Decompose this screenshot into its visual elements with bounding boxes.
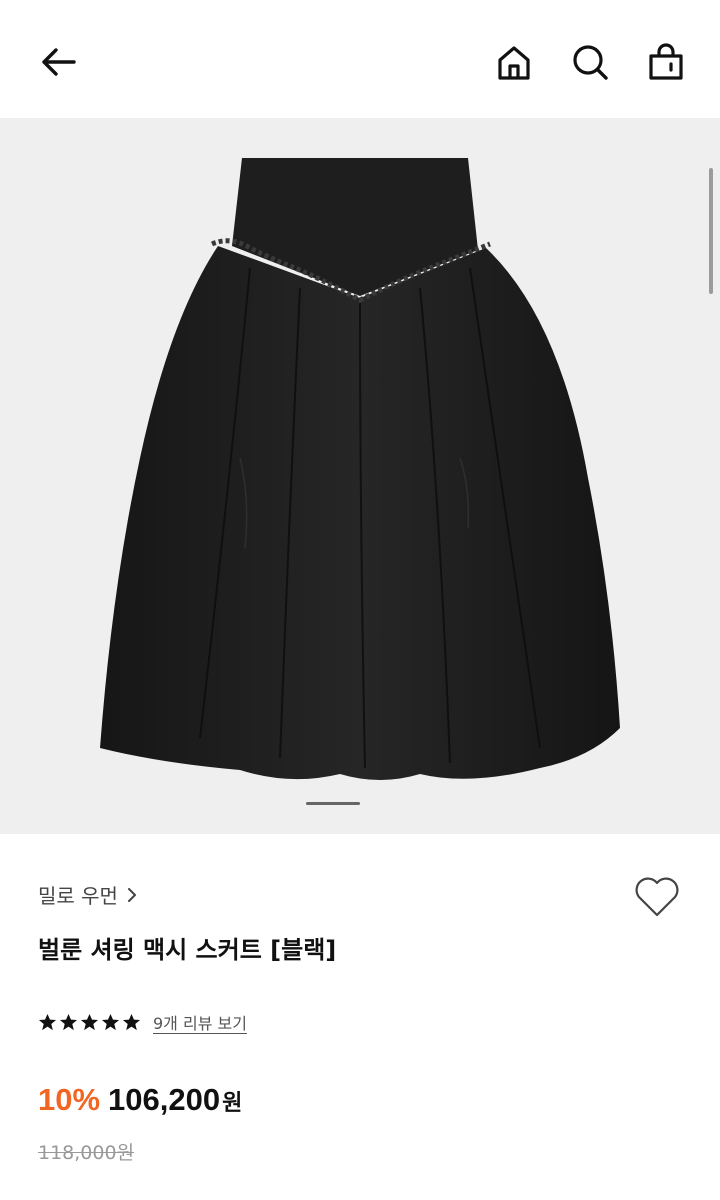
scrollbar[interactable] (709, 168, 713, 294)
star-icon (122, 1013, 141, 1030)
discount-rate: 10% (38, 1082, 101, 1117)
cart-button[interactable] (642, 38, 690, 86)
star-icon (80, 1013, 99, 1030)
arrow-left-icon (42, 48, 76, 76)
chevron-right-icon (127, 887, 136, 902)
home-button[interactable] (490, 38, 538, 86)
search-icon (573, 45, 608, 80)
product-image-carousel[interactable] (0, 118, 720, 834)
price-row: 10% 106,200 원 (38, 1082, 242, 1118)
back-button[interactable] (34, 38, 82, 86)
star-icon (59, 1013, 78, 1030)
star-icon (38, 1013, 57, 1030)
currency-label: 원 (222, 1091, 243, 1116)
shopping-bag-icon (649, 43, 683, 80)
review-link[interactable]: 9개 리뷰 보기 (153, 1010, 247, 1034)
carousel-indicator[interactable] (306, 802, 360, 805)
heart-icon[interactable] (630, 870, 684, 924)
brand-name: 밀로 우먼 (38, 884, 118, 908)
star-rating (38, 1013, 141, 1032)
rating-row: 9개 리뷰 보기 (38, 1010, 247, 1034)
search-button[interactable] (566, 38, 614, 86)
product-title: 벌룬 셔링 맥시 스커트 [블랙] (38, 936, 337, 964)
top-app-bar (0, 0, 720, 118)
home-icon (498, 46, 530, 80)
star-icon (101, 1013, 120, 1030)
original-price: 118,000원 (38, 1142, 135, 1164)
brand-link[interactable]: 밀로 우먼 (38, 880, 138, 909)
sale-price: 106,200 (108, 1082, 221, 1117)
product-image (100, 158, 620, 780)
